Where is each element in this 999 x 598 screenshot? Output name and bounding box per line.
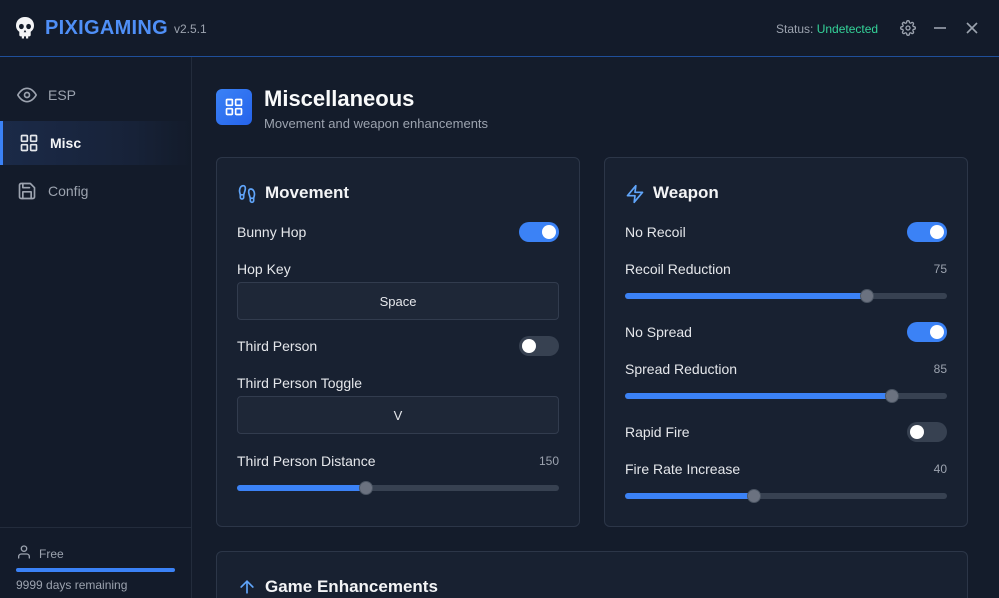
sidebar: ESP Misc Config Free 9999 days remaining [0,57,192,598]
grid-icon [20,134,38,152]
sidebar-item-misc[interactable]: Misc [0,121,191,165]
third-person-label: Third Person [237,338,318,354]
third-person-toggle[interactable] [519,336,559,356]
sidebar-item-esp[interactable]: ESP [0,73,191,117]
hop-key-label: Hop Key [237,261,291,277]
recoil-reduction-label: Recoil Reduction [625,261,731,277]
title-bar: PIXIGAMING v2.5.1 Status: Undetected [0,0,999,57]
main-content: Miscellaneous Movement and weapon enhanc… [192,57,999,598]
bunny-hop-label: Bunny Hop [237,224,307,240]
status-indicator: Status: Undetected [776,22,878,36]
movement-title: Movement [265,183,350,202]
slider-thumb[interactable] [885,389,900,403]
weapon-title: Weapon [653,183,719,202]
no-recoil-toggle[interactable] [907,222,947,242]
minimize-button[interactable] [929,17,951,39]
version-label: v2.5.1 [174,22,207,36]
weapon-card: Weapon No Recoil Recoil Reduction 75 No … [604,157,968,527]
rapid-fire-toggle[interactable] [907,422,947,442]
sidebar-item-config[interactable]: Config [0,169,191,213]
close-icon [966,22,978,34]
page-subtitle: Movement and weapon enhancements [264,116,489,131]
toggle-knob [930,325,944,339]
settings-button[interactable] [897,17,919,39]
third-person-distance-slider[interactable] [237,481,559,495]
no-recoil-label: No Recoil [625,224,686,240]
no-spread-toggle[interactable] [907,322,947,342]
slider-fill [625,393,893,399]
slider-fill [625,493,754,499]
toggle-knob [910,425,924,439]
slider-fill [625,293,867,299]
arrow-up-icon [240,580,254,594]
sidebar-item-label: Misc [50,135,82,151]
recoil-reduction-value: 75 [933,262,947,276]
minimize-icon [934,27,946,29]
grid-icon [225,98,243,116]
app-window: PIXIGAMING v2.5.1 Status: Undetected ESP [0,0,999,598]
slider-thumb[interactable] [358,481,373,495]
hop-key-binding[interactable]: Space [237,282,559,320]
recoil-reduction-slider[interactable] [625,289,947,303]
toggle-knob [542,225,556,239]
page-icon [216,89,252,125]
user-icon [18,545,30,559]
slider-fill [237,485,366,491]
toggle-knob [522,339,536,353]
slider-thumb[interactable] [859,289,874,303]
game-enhancements-card: Game Enhancements [216,551,968,598]
spread-reduction-slider[interactable] [625,389,947,403]
movement-card: Movement Bunny Hop Hop Key Space Third P… [216,157,580,527]
status-label: Status: [776,22,814,36]
fire-rate-increase-label: Fire Rate Increase [625,461,741,477]
fire-rate-increase-slider[interactable] [625,489,947,503]
skull-logo-icon [16,17,34,39]
no-spread-label: No Spread [625,324,692,340]
days-remaining: 9999 days remaining [16,578,128,592]
rapid-fire-label: Rapid Fire [625,424,690,440]
third-person-distance-label: Third Person Distance [237,453,376,469]
toggle-knob [930,225,944,239]
lightning-icon [626,184,644,204]
license-progress-bar [16,568,175,572]
bunny-hop-toggle[interactable] [519,222,559,242]
spread-reduction-value: 85 [933,362,947,376]
spread-reduction-label: Spread Reduction [625,361,738,377]
slider-thumb[interactable] [746,489,761,503]
fire-rate-increase-value: 40 [933,462,947,476]
gear-icon [900,20,916,36]
game-enhancements-title: Game Enhancements [265,577,438,596]
sidebar-item-label: Config [48,183,89,199]
page-title: Miscellaneous [264,86,415,111]
footprints-icon [238,184,256,204]
plan-label: Free [39,547,64,561]
license-panel: Free 9999 days remaining [0,527,191,598]
eye-icon [17,87,37,103]
third-person-distance-value: 150 [538,454,559,468]
save-icon [18,182,36,200]
sidebar-item-label: ESP [48,87,77,103]
third-person-toggle-label: Third Person Toggle [237,375,363,391]
close-button[interactable] [961,17,983,39]
brand-name: PIXIGAMING [45,17,169,39]
third-person-key-binding[interactable]: V [237,396,559,434]
status-value: Undetected [816,22,879,36]
